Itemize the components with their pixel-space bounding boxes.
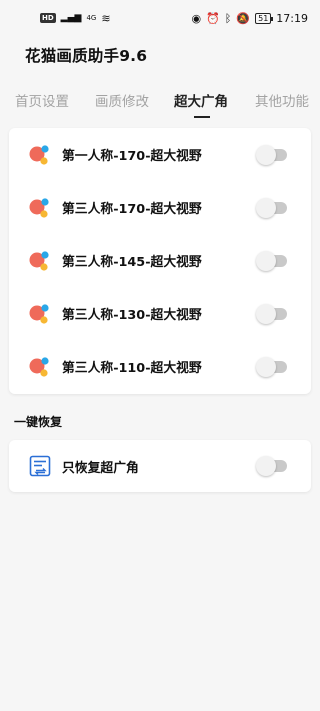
toggle-knob	[256, 250, 276, 271]
tab-other-functions[interactable]: 其他功能	[255, 90, 309, 110]
fov-option-toggle[interactable]	[256, 197, 287, 218]
bubbles-icon	[29, 145, 49, 165]
network-label: 4G	[86, 14, 97, 22]
tab-home-settings[interactable]: 首页设置	[15, 90, 69, 110]
fov-option-row[interactable]: 第三人称-170-超大视野	[9, 181, 311, 234]
toggle-knob	[256, 144, 276, 165]
restore-row[interactable]: 只恢复超广角	[9, 440, 311, 492]
fov-option-label: 第一人称-170-超大视野	[62, 149, 202, 164]
status-bar: HD ▂▄▆ 4G ≋ ◉ ⏰ ᛒ 🔕 51 17:19	[0, 0, 320, 36]
signal-icon: ▂▄▆	[60, 13, 82, 23]
fov-option-label: 第三人称-145-超大视野	[62, 255, 202, 270]
fov-option-toggle[interactable]	[256, 356, 287, 377]
fov-option-row[interactable]: 第三人称-130-超大视野	[9, 287, 311, 340]
fov-option-row[interactable]: 第一人称-170-超大视野	[9, 128, 311, 181]
bluetooth-icon: ᛒ	[224, 11, 232, 25]
battery-icon: 51	[255, 12, 274, 24]
restore-section-title: 一键恢复	[14, 415, 63, 429]
toggle-knob	[256, 456, 276, 476]
fov-option-label: 第三人称-170-超大视野	[62, 202, 202, 217]
eye-icon: ◉	[191, 11, 202, 25]
fov-option-row[interactable]: 第三人称-110-超大视野	[9, 340, 311, 393]
restore-card: 只恢复超广角	[9, 440, 311, 492]
mute-icon: 🔕	[236, 11, 251, 25]
tab-wide-angle[interactable]: 超大广角	[174, 90, 228, 110]
toggle-knob	[256, 197, 276, 218]
fov-options-card: 第一人称-170-超大视野 第三人称-170-超大视野 第三人称-145-超大视…	[9, 128, 311, 394]
fov-option-label: 第三人称-130-超大视野	[62, 308, 202, 323]
app-title: 花猫画质助手9.6	[25, 47, 148, 65]
restore-label: 只恢复超广角	[62, 460, 139, 476]
tab-bar: 首页设置 画质修改 超大广角 其他功能	[0, 80, 320, 118]
time: 17:19	[276, 11, 308, 25]
toggle-knob	[256, 356, 276, 377]
status-left: HD ▂▄▆ 4G ≋	[40, 12, 111, 25]
hd-badge: HD	[40, 13, 56, 23]
restore-list-icon	[29, 455, 51, 477]
restore-toggle[interactable]	[256, 456, 287, 476]
fov-option-toggle[interactable]	[256, 250, 287, 271]
bubbles-icon	[29, 357, 49, 377]
bubbles-icon	[29, 304, 49, 324]
fov-option-toggle[interactable]	[256, 303, 287, 324]
status-right: ◉ ⏰ ᛒ 🔕 51 17:19	[191, 12, 308, 25]
active-tab-indicator	[194, 116, 210, 118]
fov-option-label: 第三人称-110-超大视野	[62, 361, 202, 376]
fov-option-toggle[interactable]	[256, 144, 287, 165]
bubbles-icon	[29, 198, 49, 218]
fov-option-row[interactable]: 第三人称-145-超大视野	[9, 234, 311, 287]
bubbles-icon	[29, 251, 49, 271]
tab-quality-edit[interactable]: 画质修改	[95, 90, 149, 110]
toggle-knob	[256, 303, 276, 324]
wifi-icon: ≋	[101, 11, 111, 25]
alarm-icon: ⏰	[206, 11, 220, 25]
